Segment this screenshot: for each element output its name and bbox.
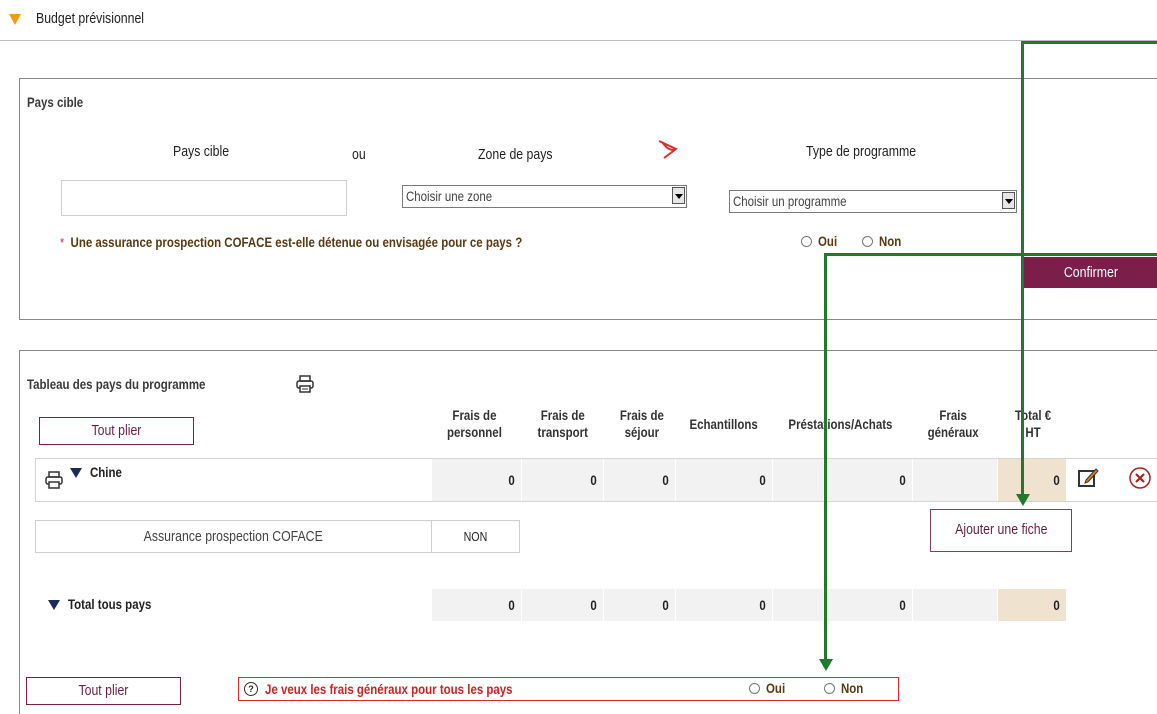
country-name[interactable]: Chine [70,464,129,482]
ou-label: ou [352,146,366,163]
radio-non[interactable] [824,683,835,695]
pays-cible-label: Pays cible [173,143,230,160]
col-frais-sejour: Frais de séjour [619,407,665,440]
annotation-line [1021,41,1024,496]
zone-select[interactable]: Choisir une zone [402,185,687,208]
col-frais-personnel: Frais de personnel [446,407,502,440]
cell-frais-sejour: 0 [604,459,675,501]
tout-plier-bottom-button[interactable]: Tout plier [26,677,181,705]
collapse-triangle-icon[interactable] [9,14,21,25]
required-star: * [60,235,65,250]
print-icon[interactable] [295,374,315,394]
total-frais-sejour: 0 [604,589,675,621]
print-icon[interactable] [44,470,64,490]
total-prestations-blank [773,589,823,621]
col-frais-generaux: Frais généraux [927,407,979,440]
pays-cible-title: Pays cible [27,94,84,110]
assurance-label-box: Assurance prospection COFACE [35,520,432,553]
annotation-arrowhead-icon [819,659,833,671]
pays-cible-input[interactable] [61,180,347,216]
col-total: Total € HT [1014,407,1052,440]
radio-oui[interactable] [749,683,760,695]
dropdown-arrow-icon[interactable] [672,187,685,204]
cell-prestations: 0 [824,459,912,501]
help-icon[interactable]: ? [244,682,258,696]
col-frais-transport: Frais de transport [537,407,589,440]
pdf-icon[interactable] [656,138,682,162]
confirm-button[interactable]: Confirmer [1024,257,1157,288]
dropdown-arrow-icon[interactable] [1002,192,1015,209]
frais-non-option[interactable]: Non [824,680,869,698]
tout-plier-button[interactable]: Tout plier [39,417,194,445]
cell-total: 0 [998,459,1066,501]
ajouter-fiche-button[interactable]: Ajouter une fiche [930,509,1072,552]
total-row-name[interactable]: Total tous pays [48,596,170,614]
section-header[interactable] [0,0,1157,41]
frais-generaux-question: Je veux les frais généraux pour tous les… [265,681,513,697]
cell-frais-generaux [913,459,997,501]
page-title: Budget prévisionnel [36,10,145,27]
frais-oui-option[interactable]: Oui [749,680,790,698]
cell-frais-transport: 0 [522,459,603,501]
total-frais-transport: 0 [522,589,603,621]
assurance-non-option[interactable]: Non [862,233,907,251]
radio-oui[interactable] [801,236,812,248]
type-programme-label: Type de programme [806,143,917,160]
delete-icon[interactable] [1128,466,1152,490]
programme-select[interactable]: Choisir un programme [729,190,1017,213]
assurance-question: * Une assurance prospection COFACE est-e… [60,234,523,250]
edit-icon[interactable] [1076,466,1100,490]
assurance-oui-option[interactable]: Oui [801,233,842,251]
annotation-line [824,253,827,661]
cell-prestations-blank [773,459,823,501]
table-title: Tableau des pays du programme [27,376,206,392]
cell-frais-personnel: 0 [432,459,521,501]
total-echantillons: 0 [676,589,772,621]
total-total: 0 [998,589,1066,621]
expand-triangle-icon[interactable] [48,599,60,610]
annotation-line [824,253,1157,256]
radio-non[interactable] [862,236,873,248]
zone-pays-label: Zone de pays [478,146,553,163]
total-prestations: 0 [824,589,912,621]
total-frais-generaux [913,589,997,621]
cell-echantillons: 0 [676,459,772,501]
assurance-value-box: NON [432,520,520,553]
expand-triangle-icon[interactable] [70,467,82,478]
col-prestations: Préstations/Achats [787,416,892,432]
annotation-line [1021,41,1157,44]
total-frais-personnel: 0 [432,589,521,621]
annotation-arrowhead-icon [1016,494,1030,506]
col-echantillons: Echantillons [689,416,759,432]
